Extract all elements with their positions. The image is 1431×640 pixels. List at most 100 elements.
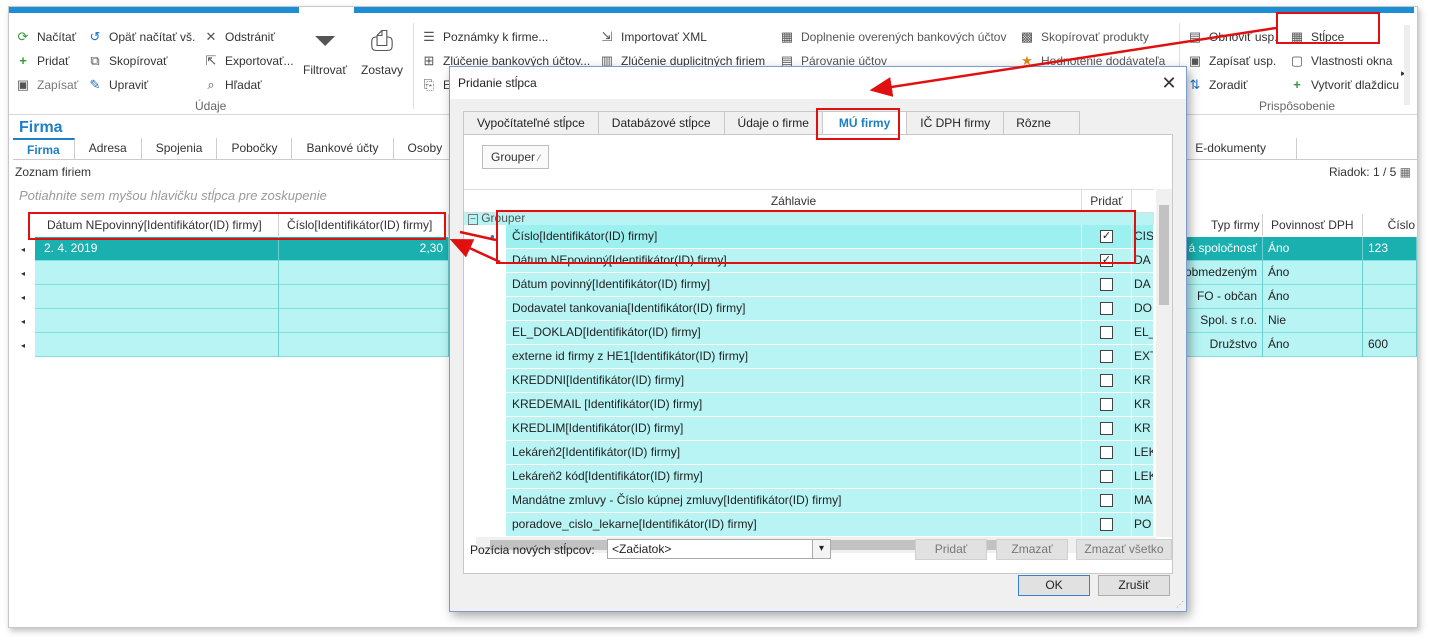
list-item[interactable]: Lekáreň2[Identifikátor(ID) firmy] LEK — [506, 441, 1154, 465]
hladat-button[interactable]: ⌕ Hľadať — [203, 75, 261, 95]
list-item[interactable]: KREDLIM[Identifikátor(ID) firmy] KR — [506, 417, 1154, 441]
vertical-scrollbar[interactable] — [1156, 189, 1172, 537]
add-checkbox[interactable] — [1100, 350, 1113, 363]
table-cell-dph[interactable]: Áno — [1263, 237, 1363, 261]
table-cell-cislo[interactable]: 2,30 — [279, 237, 449, 261]
filtrovat-button[interactable]: ⏷ Filtrovať — [303, 23, 347, 93]
table-cell-typ[interactable]: obmedzeným — [1175, 261, 1263, 285]
table-cell-cislo[interactable] — [279, 309, 449, 333]
resize-grip-icon[interactable]: ⋰ — [1176, 600, 1184, 609]
vertical-scroll-thumb[interactable] — [1159, 205, 1169, 305]
zoradit-button[interactable]: ⇅ Zoradiť — [1187, 75, 1248, 95]
add-checkbox[interactable] — [1100, 494, 1113, 507]
add-column-button[interactable]: Pridať — [915, 539, 987, 560]
tab-vypocitatelne-stlpce[interactable]: Vypočítateľné stĺpce — [463, 111, 599, 135]
close-icon[interactable]: ✕ — [1158, 72, 1180, 94]
odstranit-button[interactable]: ✕ Odstrániť — [203, 27, 275, 47]
position-select[interactable]: <Začiatok> ▾ — [607, 539, 831, 559]
skopirovat-button[interactable]: ⧉ Skopírovať — [87, 51, 167, 71]
list-item[interactable]: Dátum povinný[Identifikátor(ID) firmy] DA — [506, 273, 1154, 297]
list-item[interactable]: Mandátne zmluvy - Číslo kúpnej zmluvy[Id… — [506, 489, 1154, 513]
vytvorit-dlazdicu-button[interactable]: + Vytvoriť dlaždicu — [1289, 75, 1399, 95]
list-item[interactable]: KREDDNI[Identifikátor(ID) firmy] KR — [506, 369, 1154, 393]
table-cell-cislo2[interactable] — [1363, 285, 1417, 309]
list-item[interactable]: EL_DOKLAD[Identifikátor(ID) firmy] EL_ — [506, 321, 1154, 345]
table-cell-cislo2[interactable]: 600 — [1363, 333, 1417, 357]
pridat-button[interactable]: + Pridať — [15, 51, 69, 71]
tab-ic-dph-firmy[interactable]: IČ DPH firmy — [907, 111, 1005, 135]
zapisat-usp-button[interactable]: ▣ Zapísať usp. — [1187, 51, 1276, 71]
list-item[interactable]: Dátum NEpovinný[Identifikátor(ID) firmy]… — [506, 249, 1154, 273]
list-item[interactable]: Číslo[Identifikátor(ID) firmy] ✓ CIS — [506, 225, 1154, 249]
zostavy-button[interactable]: ⎙ Zostavy — [361, 23, 403, 93]
table-cell-dph[interactable]: Nie — [1263, 309, 1363, 333]
doplnenie-uctov-button[interactable]: ▦ Doplnenie overených bankových účtov — [779, 27, 1007, 47]
table-cell-typ[interactable]: FO - občan — [1175, 285, 1263, 309]
table-cell-cislo[interactable] — [279, 261, 449, 285]
list-item[interactable]: KREDEMAIL [Identifikátor(ID) firmy] KR — [506, 393, 1154, 417]
zapisat-button[interactable]: ▣ Zapísať — [15, 75, 78, 95]
table-cell-dph[interactable]: Áno — [1263, 333, 1363, 357]
add-checkbox[interactable] — [1100, 518, 1113, 531]
table-cell-datum[interactable]: 2. 4. 2019 — [39, 237, 279, 261]
tab-adresa[interactable]: Adresa — [75, 138, 142, 160]
add-checkbox[interactable]: ✓ — [1100, 254, 1113, 267]
table-cell-datum[interactable] — [39, 261, 279, 285]
add-checkbox[interactable] — [1100, 326, 1113, 339]
ribbon-scrollbar[interactable] — [1404, 25, 1410, 105]
importovat-xml-button[interactable]: ⇲ Importovať XML — [599, 27, 707, 47]
grouper-chip[interactable]: Grouper ⁄ — [482, 145, 549, 169]
poznamky-button[interactable]: ☰ Poznámky k firme... — [421, 27, 548, 47]
table-cell-cislo2[interactable] — [1363, 261, 1417, 285]
table-cell-typ[interactable]: Družstvo — [1175, 333, 1263, 357]
column-header-povinnost-dph[interactable]: Povinnosť DPH — [1263, 214, 1363, 236]
table-cell-datum[interactable] — [39, 333, 279, 357]
ok-button[interactable]: OK — [1018, 575, 1090, 596]
tab-mu-firmy[interactable]: MÚ firmy — [822, 111, 908, 135]
table-cell-cislo2[interactable]: 123 — [1363, 237, 1417, 261]
add-checkbox[interactable] — [1100, 446, 1113, 459]
table-cell-datum[interactable] — [39, 309, 279, 333]
delete-all-button[interactable]: Zmazať všetko — [1076, 539, 1172, 560]
tab-pobocky[interactable]: Pobočky — [217, 138, 293, 160]
dialog-title-bar[interactable]: Pridanie stĺpca ✕ — [450, 67, 1186, 99]
table-cell-cislo[interactable] — [279, 333, 449, 357]
opat-nacitat-button[interactable]: ↺ Opäť načítať vš. — [87, 27, 196, 47]
tab-bankove-ucty[interactable]: Bankové účty — [292, 138, 394, 160]
column-header-zahlavie[interactable]: Záhlavie — [506, 190, 1082, 212]
column-header-typ-firmy[interactable]: Typ firmy — [1203, 214, 1263, 236]
list-item[interactable]: poradove_cislo_lekarne[Identifikátor(ID)… — [506, 513, 1154, 537]
add-checkbox[interactable] — [1100, 422, 1113, 435]
delete-column-button[interactable]: Zmazať — [996, 539, 1068, 560]
table-cell-cislo[interactable] — [279, 285, 449, 309]
chevron-down-icon[interactable]: ▾ — [812, 540, 830, 558]
add-checkbox[interactable] — [1100, 278, 1113, 291]
tab-databazove-stlpce[interactable]: Databázové stĺpce — [598, 111, 725, 135]
obnovit-usp-button[interactable]: ▤ Obnoviť usp. — [1187, 27, 1278, 47]
list-item[interactable]: Lekáreň2 kód[Identifikátor(ID) firmy] LEK — [506, 465, 1154, 489]
column-header-datum[interactable]: Dátum NEpovinný[Identifikátor(ID) firmy] — [39, 214, 279, 236]
cancel-button[interactable]: Zrušiť — [1098, 575, 1170, 596]
column-header-pridat[interactable]: Pridať — [1082, 190, 1132, 212]
truncated-e-button[interactable]: ⎘ E — [421, 75, 451, 95]
column-header-cislo2[interactable]: Číslo — [1363, 214, 1417, 236]
table-cell-cislo2[interactable] — [1363, 309, 1417, 333]
column-header-cislo[interactable]: Číslo[Identifikátor(ID) firmy] — [279, 214, 449, 236]
tab-udaje-o-firme[interactable]: Údaje o firme — [724, 111, 823, 135]
table-cell-typ[interactable]: á spoločnosť — [1175, 237, 1263, 261]
add-checkbox[interactable] — [1100, 398, 1113, 411]
add-checkbox[interactable]: ✓ — [1100, 230, 1113, 243]
upravit-button[interactable]: ✎ Upraviť — [87, 75, 149, 95]
add-checkbox[interactable] — [1100, 302, 1113, 315]
table-cell-dph[interactable]: Áno — [1263, 285, 1363, 309]
skopirovat-produkty-button[interactable]: ▩ Skopírovať produkty — [1019, 27, 1149, 47]
tab-firma[interactable]: Firma — [13, 138, 75, 160]
list-item[interactable]: externe id firmy z HE1[Identifikátor(ID)… — [506, 345, 1154, 369]
stlpce-button[interactable]: ▦ Stĺpce — [1289, 27, 1345, 47]
tab-rozne[interactable]: Rôzne — [1004, 111, 1080, 135]
table-cell-typ[interactable]: Spol. s r.o. — [1175, 309, 1263, 333]
add-checkbox[interactable] — [1100, 374, 1113, 387]
tab-osoby[interactable]: Osoby — [394, 138, 458, 160]
table-cell-dph[interactable]: Áno — [1263, 261, 1363, 285]
nacitat-button[interactable]: ⟳ Načítať — [15, 27, 77, 47]
